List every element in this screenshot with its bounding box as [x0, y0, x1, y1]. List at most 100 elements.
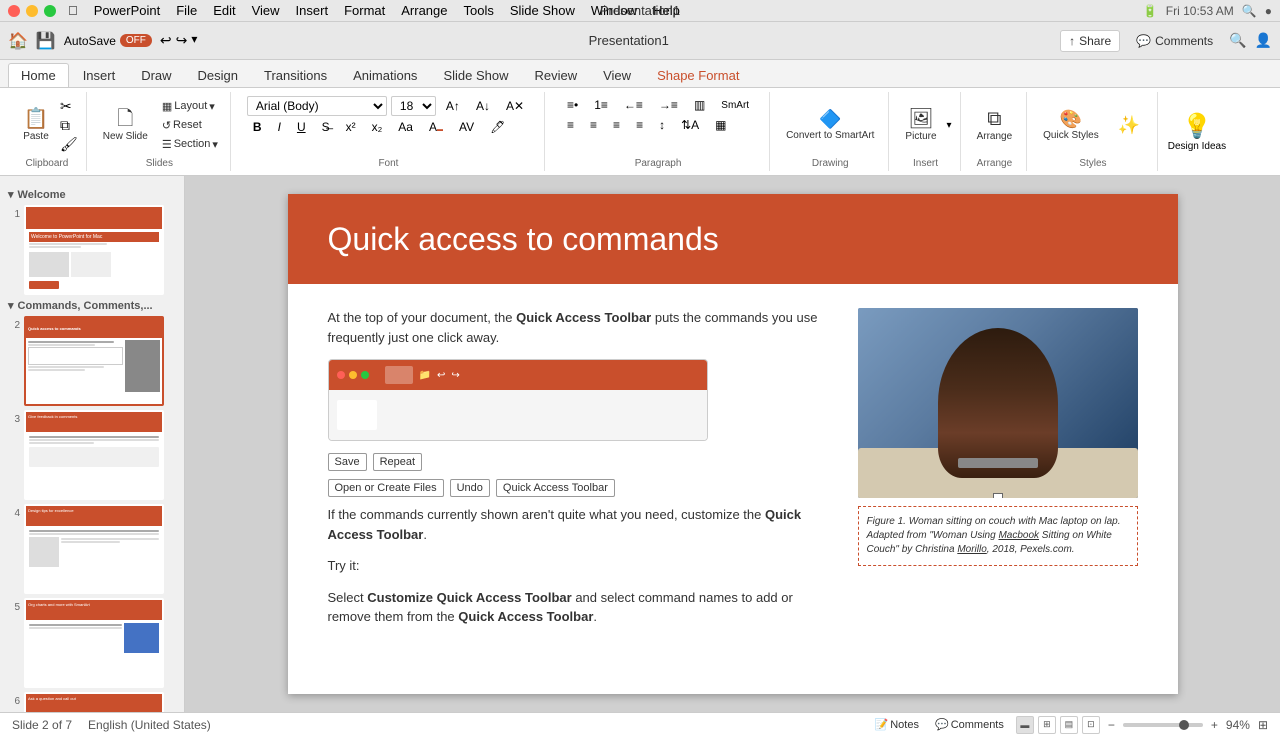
text-direction-button[interactable]: ⇅A [675, 116, 705, 134]
font-name-select[interactable]: Arial (Body) [247, 96, 387, 116]
maximize-button[interactable] [44, 5, 56, 17]
slide-photo[interactable] [858, 308, 1138, 498]
arrange-button[interactable]: ⧉ Arrange [971, 105, 1019, 146]
comments-button[interactable]: 💬 Comments [1128, 31, 1221, 51]
shape-effects-button[interactable]: ✨ [1109, 112, 1149, 138]
align-right-button[interactable]: ≡ [607, 116, 626, 134]
slide-thumb-2[interactable]: 2 Quick access to commands [8, 316, 176, 406]
tab-review[interactable]: Review [522, 64, 589, 87]
strikethrough-button[interactable]: S̶ [316, 118, 336, 136]
design-ideas-button[interactable]: 💡 Design Ideas [1160, 92, 1234, 171]
zoom-in-button[interactable]: + [1211, 718, 1218, 732]
tab-design[interactable]: Design [186, 64, 250, 87]
align-center-button[interactable]: ≡ [584, 116, 603, 134]
bold-button[interactable]: B [247, 118, 268, 136]
presenter-view-button[interactable]: ⊡ [1082, 716, 1100, 734]
more-button[interactable]: ▾ [191, 32, 197, 49]
picture-button[interactable]: 🖼 Picture [899, 105, 942, 146]
close-button[interactable] [8, 5, 20, 17]
tab-shape-format[interactable]: Shape Format [645, 64, 751, 87]
menu-view[interactable]: View [252, 3, 280, 18]
tab-insert[interactable]: Insert [71, 64, 128, 87]
selection-handle-bottom[interactable] [993, 493, 1003, 498]
tab-animations[interactable]: Animations [341, 64, 429, 87]
character-spacing-button[interactable]: AV [453, 118, 480, 136]
tab-view[interactable]: View [591, 64, 643, 87]
spotlight-icon[interactable]: ● [1265, 4, 1272, 18]
decrease-indent-button[interactable]: ←≡ [618, 96, 649, 114]
layout-button[interactable]: ▦ Layout ▾ [158, 98, 222, 115]
home-icon[interactable]: 🏠 [8, 31, 28, 51]
slide-thumb-4[interactable]: 4 Design tips for excellence [8, 504, 176, 594]
line-spacing-button[interactable]: ↕ [653, 116, 671, 134]
slide-thumb-6[interactable]: 6 Ask a question and call out [8, 692, 176, 712]
menu-apple[interactable]:  [68, 3, 78, 18]
tab-transitions[interactable]: Transitions [252, 64, 339, 87]
subscript-button[interactable]: x₂ [366, 118, 389, 136]
copy-icon[interactable]: ⧉ [60, 117, 78, 134]
slide-thumb-1[interactable]: 1 Welcome to PowerPoint for Mac [8, 205, 176, 295]
increase-indent-button[interactable]: →≡ [653, 96, 684, 114]
menu-slideshow[interactable]: Slide Show [510, 3, 575, 18]
account-icon[interactable]: 👤 [1255, 32, 1272, 49]
font-size-select[interactable]: 18 [391, 96, 436, 116]
redo-button[interactable]: ↪ [176, 32, 188, 49]
bullets-button[interactable]: ≡• [561, 96, 584, 114]
save-icon[interactable]: 💾 [36, 31, 56, 51]
menu-powerpoint[interactable]: PowerPoint [94, 3, 160, 18]
section2-collapse-icon[interactable]: ▾ [8, 299, 14, 312]
figure-caption[interactable]: Figure 1. Woman sitting on couch with Ma… [858, 506, 1138, 566]
picture-dropdown[interactable]: ▾ [947, 120, 952, 131]
text-case-button[interactable]: Aa [392, 118, 419, 136]
slide-thumb-3[interactable]: 3 Give feedback in comments [8, 410, 176, 500]
reading-view-button[interactable]: ▤ [1060, 716, 1078, 734]
notes-button[interactable]: 📝 Notes [871, 716, 923, 733]
new-slide-button[interactable]: 🗋 New Slide [97, 105, 154, 146]
search-icon[interactable]: 🔍 [1229, 32, 1246, 49]
cut-icon[interactable]: ✂ [60, 98, 78, 115]
autosave-toggle[interactable]: AutoSave OFF [64, 34, 152, 48]
clear-format-button[interactable]: A✕ [500, 97, 530, 115]
text-highlight-button[interactable]: 🖊 [484, 118, 511, 136]
quick-styles-button[interactable]: 🎨 Quick Styles [1037, 106, 1105, 145]
underline-button[interactable]: U [291, 118, 312, 136]
columns-button[interactable]: ▥ [688, 96, 711, 114]
menu-arrange[interactable]: Arrange [401, 3, 447, 18]
comments-status-button[interactable]: 💬 Comments [931, 716, 1008, 733]
paste-button[interactable]: 📋 Paste [16, 105, 56, 146]
justify-button[interactable]: ≡ [630, 116, 649, 134]
italic-button[interactable]: I [272, 118, 287, 136]
zoom-out-button[interactable]: − [1108, 718, 1115, 732]
font-color-button[interactable]: A▬ [423, 118, 449, 136]
align-text-button[interactable]: ▦ [709, 116, 732, 134]
tab-slideshow[interactable]: Slide Show [431, 64, 520, 87]
zoom-thumb[interactable] [1179, 720, 1189, 730]
increase-font-size-button[interactable]: A↑ [440, 97, 466, 115]
section-button[interactable]: ☰ Section ▾ [158, 136, 222, 153]
smart-art-convert-button[interactable]: SmArt [715, 98, 755, 113]
menu-insert[interactable]: Insert [296, 3, 329, 18]
normal-view-button[interactable]: ▬ [1016, 716, 1034, 734]
format-painter-icon[interactable]: 🖌 [60, 136, 78, 153]
tab-draw[interactable]: Draw [129, 64, 183, 87]
menu-tools[interactable]: Tools [463, 3, 493, 18]
autosave-state[interactable]: OFF [120, 34, 152, 47]
tab-home[interactable]: Home [8, 63, 69, 87]
decrease-font-size-button[interactable]: A↓ [470, 97, 496, 115]
align-left-button[interactable]: ≡ [561, 116, 580, 134]
superscript-button[interactable]: x² [340, 118, 362, 136]
section-collapse-icon[interactable]: ▾ [8, 188, 14, 201]
slide-thumb-5[interactable]: 5 Org charts and more with SmartArt [8, 598, 176, 688]
fit-slide-button[interactable]: ⊞ [1258, 718, 1268, 732]
zoom-slider[interactable] [1123, 723, 1203, 727]
minimize-button[interactable] [26, 5, 38, 17]
numbering-button[interactable]: 1≡ [588, 96, 614, 114]
reset-button[interactable]: ↺ Reset [158, 117, 222, 134]
share-button[interactable]: ↑ Share [1060, 30, 1120, 52]
slide-sorter-button[interactable]: ⊞ [1038, 716, 1056, 734]
menu-edit[interactable]: Edit [213, 3, 235, 18]
undo-button[interactable]: ↩ [160, 32, 172, 49]
menu-file[interactable]: File [176, 3, 197, 18]
menu-format[interactable]: Format [344, 3, 385, 18]
convert-smartart-button[interactable]: 🔷 Convert to SmartArt [780, 106, 880, 145]
